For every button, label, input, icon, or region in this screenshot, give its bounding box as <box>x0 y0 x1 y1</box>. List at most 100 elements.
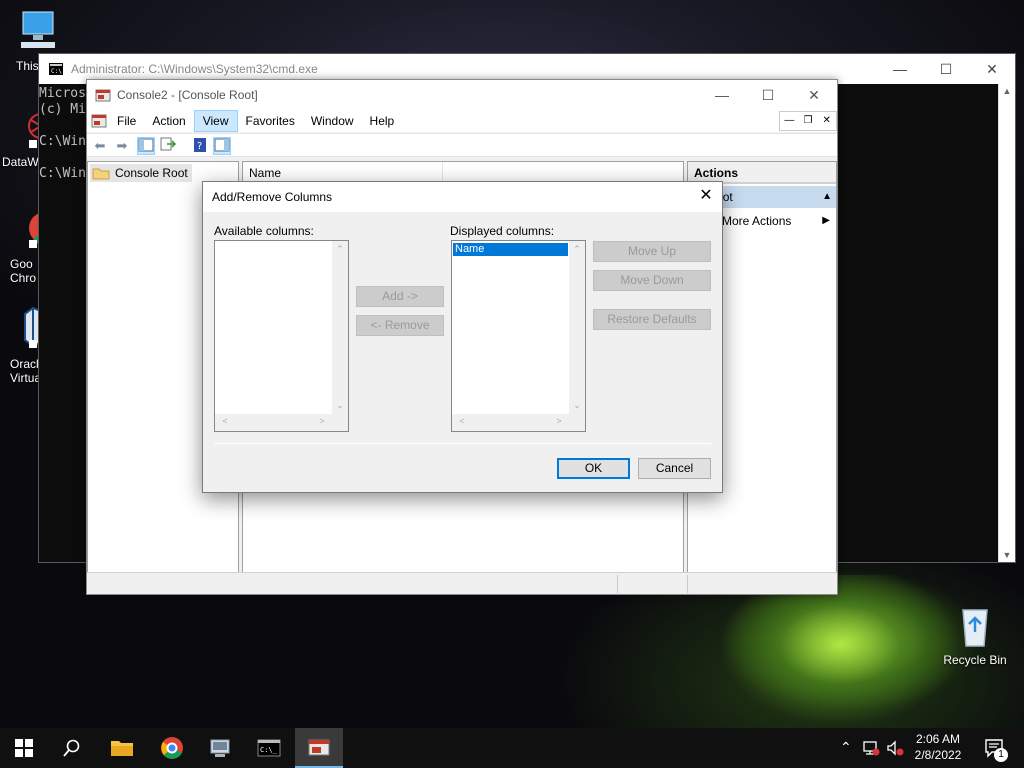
scroll-right-arrow-icon[interactable]: > <box>551 416 567 426</box>
tree-item-console-root[interactable]: Console Root <box>90 164 192 182</box>
desktop-icon-recycle-bin[interactable]: Recycle Bin <box>940 602 1010 667</box>
mmc-menu-icon[interactable] <box>89 113 109 129</box>
svg-text:C:\_: C:\_ <box>260 746 278 754</box>
move-up-button[interactable]: Move Up <box>593 241 711 262</box>
menu-view[interactable]: View <box>193 110 238 132</box>
dialog-title-bar[interactable]: Add/Remove Columns <box>203 182 722 212</box>
chrome-icon <box>161 737 183 759</box>
folder-icon <box>92 168 110 180</box>
cmd-title: Administrator: C:\Windows\System32\cmd.e… <box>71 62 318 76</box>
mmc-icon <box>308 739 330 756</box>
cmd-minimize-button[interactable]: — <box>877 54 923 84</box>
system-tray: ⌃ <box>838 728 914 768</box>
scroll-up-arrow-icon[interactable]: ⌃ <box>569 244 585 255</box>
scroll-left-arrow-icon[interactable]: < <box>217 416 233 426</box>
console-title: Console2 - [Console Root] <box>117 88 258 102</box>
menu-file[interactable]: File <box>109 111 144 131</box>
dialog-separator <box>214 443 711 444</box>
taskbar-cmd[interactable]: C:\_ <box>245 728 293 768</box>
menu-favorites[interactable]: Favorites <box>238 111 303 131</box>
menu-help[interactable]: Help <box>362 111 403 131</box>
volume-muted-icon[interactable] <box>886 740 904 756</box>
clock[interactable]: 2:06 AM 2/8/2022 <box>908 728 968 768</box>
clock-date: 2/8/2022 <box>914 748 962 762</box>
column-header-label: Name <box>249 166 282 180</box>
folder-icon <box>111 741 133 756</box>
recycle-bin-icon <box>962 609 988 647</box>
show-hidden-icons-chevron-icon[interactable]: ⌃ <box>840 739 852 756</box>
displayed-list-hscroll[interactable]: < > <box>452 414 569 431</box>
console-minimize-button[interactable]: — <box>699 80 745 110</box>
dialog-close-button[interactable]: ✕ <box>690 182 722 212</box>
taskbar-server-manager[interactable] <box>197 728 245 768</box>
displayed-columns-label: Displayed columns: <box>450 224 555 238</box>
scroll-up-arrow-icon[interactable]: ⌃ <box>332 244 348 255</box>
notification-count-badge: 1 <box>994 748 1008 762</box>
mmc-app-icon <box>95 89 111 102</box>
remove-column-button[interactable]: <- Remove <box>356 315 444 336</box>
scroll-down-arrow-icon[interactable]: ⌄ <box>569 400 585 411</box>
available-columns-label: Available columns: <box>214 224 314 238</box>
svg-text:?: ? <box>197 141 202 152</box>
network-icon[interactable] <box>862 740 880 756</box>
console-close-button[interactable]: ✕ <box>791 80 837 110</box>
desktop-icon-label: Recycle Bin <box>943 653 1007 667</box>
submenu-arrow-icon: ▶ <box>822 215 830 226</box>
computer-icon <box>21 11 55 48</box>
menu-bar: File Action View Favorites Window Help <box>87 110 837 132</box>
help-icon[interactable]: ? <box>191 137 209 155</box>
back-arrow-icon[interactable]: ⬅ <box>91 137 109 155</box>
available-list-hscroll[interactable]: < > <box>215 414 332 431</box>
cmd-close-button[interactable]: ✕ <box>969 54 1015 84</box>
menu-action[interactable]: Action <box>144 111 193 131</box>
console-toolbar: ⬅ ➡ ? <box>87 133 837 157</box>
displayed-columns-list[interactable]: Name ⌃ ⌄ < > <box>451 240 586 432</box>
dialog-title: Add/Remove Columns <box>212 190 333 204</box>
taskbar-file-explorer[interactable] <box>98 728 146 768</box>
restore-defaults-button[interactable]: Restore Defaults <box>593 309 711 330</box>
collapse-arrow-icon[interactable]: ▲ <box>822 186 832 208</box>
add-column-button[interactable]: Add -> <box>356 286 444 307</box>
search-button[interactable] <box>48 728 96 768</box>
move-down-button[interactable]: Move Down <box>593 270 711 291</box>
cmd-icon: C:\_ <box>257 739 281 757</box>
clock-time: 2:06 AM <box>915 732 961 746</box>
scroll-down-arrow-icon[interactable]: ⌄ <box>332 400 348 411</box>
search-icon <box>63 739 80 757</box>
export-list-icon[interactable] <box>159 137 177 155</box>
mdi-controls: — ❐ ✕ <box>779 111 837 131</box>
cmd-app-icon: C:\ <box>49 63 63 75</box>
menu-window[interactable]: Window <box>303 111 362 131</box>
cmd-maximize-button[interactable]: ☐ <box>923 54 969 84</box>
scroll-right-arrow-icon[interactable]: > <box>314 416 330 426</box>
tree-item-label: Console Root <box>115 166 188 180</box>
available-list-vscroll[interactable]: ⌃ ⌄ <box>332 241 348 414</box>
start-button[interactable] <box>0 728 48 768</box>
cmd-scrollbar[interactable]: ▲ ▼ <box>998 84 1015 562</box>
taskbar-mmc[interactable] <box>295 728 343 768</box>
console-maximize-button[interactable]: ☐ <box>745 80 791 110</box>
svg-text:C:\: C:\ <box>51 68 62 75</box>
cancel-button[interactable]: Cancel <box>638 458 711 479</box>
server-manager-icon <box>210 739 230 757</box>
status-bar <box>87 572 837 594</box>
mdi-restore-button[interactable]: ❐ <box>799 112 818 130</box>
add-remove-columns-dialog[interactable]: Add/Remove Columns ✕ Available columns: … <box>202 181 723 493</box>
mdi-minimize-button[interactable]: — <box>780 112 799 130</box>
taskbar: C:\_ ⌃ 2:06 AM 2/8/2022 1 <box>0 728 1024 768</box>
more-actions-label: More Actions <box>722 214 792 228</box>
show-hide-tree-icon[interactable] <box>137 137 155 155</box>
displayed-list-vscroll[interactable]: ⌃ ⌄ <box>569 241 585 414</box>
taskbar-chrome[interactable] <box>148 728 196 768</box>
action-center-button[interactable]: 1 <box>980 728 1016 768</box>
show-hide-action-pane-icon[interactable] <box>213 137 231 155</box>
scroll-left-arrow-icon[interactable]: < <box>454 416 470 426</box>
forward-arrow-icon[interactable]: ➡ <box>113 137 131 155</box>
available-columns-list[interactable]: ⌃ ⌄ < > <box>214 240 349 432</box>
scroll-up-arrow-icon[interactable]: ▲ <box>999 86 1015 96</box>
scroll-down-arrow-icon[interactable]: ▼ <box>999 550 1015 560</box>
list-item[interactable]: Name <box>453 243 568 256</box>
mdi-close-button[interactable]: ✕ <box>817 112 836 130</box>
windows-logo-icon <box>15 739 33 757</box>
ok-button[interactable]: OK <box>557 458 630 479</box>
